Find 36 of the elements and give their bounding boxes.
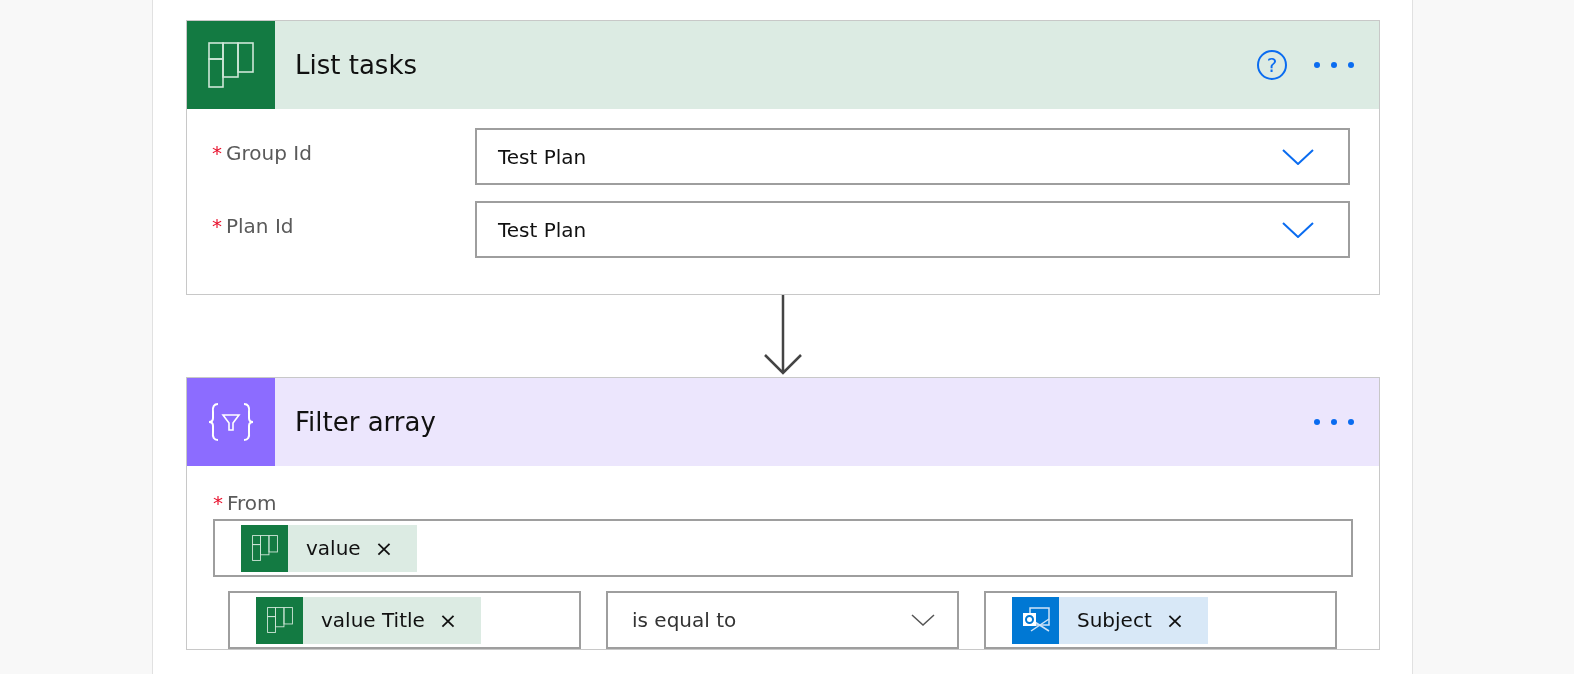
dropdown-field[interactable]: Test Plan	[475, 201, 1350, 258]
remove-token-button[interactable]: ×	[374, 535, 418, 561]
operator-dropdown[interactable]: is equal to	[606, 591, 959, 649]
token-label: value	[305, 536, 362, 560]
filter-braces-icon	[208, 402, 254, 442]
input-field[interactable]: value Title ×	[228, 591, 581, 649]
board-icon	[251, 535, 278, 561]
required-mark: *	[212, 141, 222, 165]
token-chip[interactable]: value ×	[241, 524, 418, 572]
help-button[interactable]: ?	[1257, 50, 1287, 80]
board-icon	[208, 42, 254, 88]
token-chip[interactable]: Subject ×	[1012, 596, 1209, 644]
input-field[interactable]: value ×	[213, 519, 1353, 577]
chevron-down-icon[interactable]	[1282, 221, 1314, 238]
card-title: Filter array	[294, 407, 437, 437]
token-label: Subject	[1076, 608, 1153, 632]
field-label: Group Id	[226, 141, 312, 165]
input-field[interactable]: Subject ×	[984, 591, 1337, 649]
chevron-down-icon[interactable]	[1282, 148, 1314, 165]
remove-token-button[interactable]: ×	[438, 607, 482, 633]
dropdown-field[interactable]: Test Plan	[475, 128, 1350, 185]
required-mark: *	[213, 491, 223, 515]
token-label: value Title	[320, 608, 426, 632]
chevron-down-icon	[911, 614, 935, 626]
token-chip[interactable]: value Title ×	[256, 596, 482, 644]
more-options-icon[interactable]	[1313, 61, 1355, 69]
card-header[interactable]: Filter array	[187, 378, 1379, 466]
field-label: From	[227, 491, 277, 515]
mail-calendar-icon	[1021, 607, 1050, 633]
remove-token-button[interactable]: ×	[1165, 607, 1209, 633]
card-title: List tasks	[294, 50, 418, 80]
board-icon	[266, 607, 293, 633]
card-header[interactable]: List tasks ?	[187, 21, 1379, 109]
more-options-icon[interactable]	[1313, 418, 1355, 426]
required-mark: *	[212, 214, 222, 238]
field-label: Plan Id	[226, 214, 294, 238]
